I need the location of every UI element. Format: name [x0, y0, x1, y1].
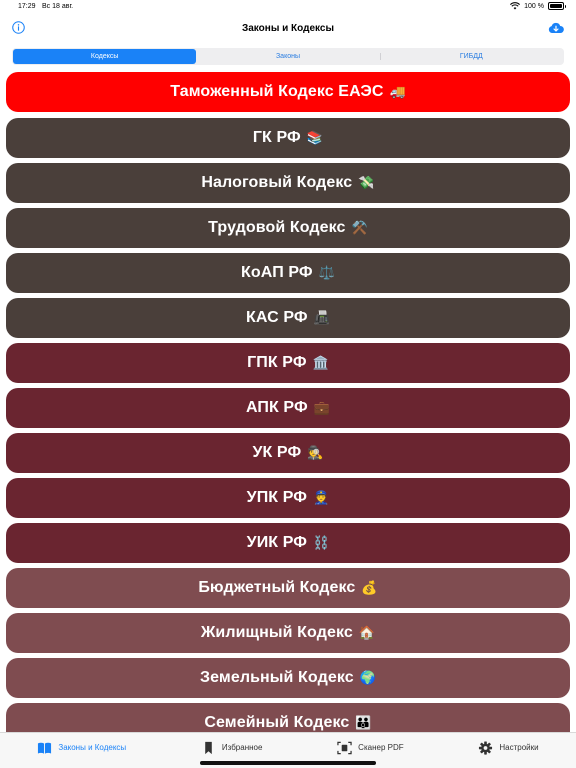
list-item-label: Земельный Кодекс [199, 669, 354, 686]
list-item-customs-code[interactable]: Таможенный Кодекс ЕАЭС 🚚 [6, 72, 570, 112]
list-item-uik[interactable]: УИК РФ ⛓️ [6, 523, 570, 563]
police-officer-icon: 👮 [313, 490, 330, 505]
list-item-label: Бюджетный Кодекс [198, 579, 356, 596]
list-item-labor-code[interactable]: Трудовой Кодекс ⚒️ [6, 208, 570, 248]
status-right: 100 % [510, 2, 566, 10]
tab-label: Настройки [499, 743, 539, 752]
money-bag-icon: 💰 [361, 580, 378, 595]
list-item-label: Трудовой Кодекс [208, 219, 346, 236]
list-item-budget-code[interactable]: Бюджетный Кодекс 💰 [6, 568, 570, 608]
fax-icon: 📠 [313, 310, 330, 325]
bookmark-icon [205, 741, 212, 754]
list-item-label: КоАП РФ [241, 264, 313, 281]
money-wings-icon: 💸 [358, 175, 375, 190]
status-bar: 17:29 Вс 18 авг. 100 % [0, 0, 576, 14]
cloud-download-icon[interactable] [548, 21, 564, 35]
segment-gibdd[interactable]: ГИБДД [379, 49, 563, 64]
nav-bar: Законы и Кодексы [0, 14, 576, 44]
list-item-label: УИК РФ [246, 534, 308, 551]
tab-label: Избранное [221, 743, 263, 752]
tab-settings[interactable]: Настройки [478, 740, 539, 755]
scales-icon: ⚖️ [318, 265, 335, 280]
tab-pdf-scanner[interactable]: Сканер PDF [337, 741, 404, 755]
status-date: Вс 18 авг. [42, 3, 74, 10]
battery-icon [548, 2, 566, 10]
wifi-icon [510, 2, 521, 10]
app-screen: 17:29 Вс 18 авг. 100 % Законы и Кодексы … [0, 0, 576, 768]
list-item-koap[interactable]: КоАП РФ ⚖️ [6, 253, 570, 293]
codes-list: Таможенный Кодекс ЕАЭС 🚚 ГК РФ 📚 Налоговый… [6, 72, 570, 732]
list-item-label: Жилищный Кодекс [200, 624, 353, 641]
status-time: 17:29 [18, 3, 36, 10]
segment-laws[interactable]: Законы [196, 49, 379, 64]
gear-icon [479, 740, 493, 755]
truck-icon: 🚚 [389, 84, 406, 99]
category-segmented-control: Кодексы Законы ГИБДД [12, 48, 564, 65]
list-item-family-code[interactable]: Семейный Кодекс 👪 [6, 703, 570, 732]
page-title: Законы и Кодексы [241, 23, 335, 34]
list-item-label: Налоговый Кодекс [201, 174, 353, 191]
list-item-label: Таможенный Кодекс ЕАЭС [170, 83, 384, 100]
list-item-housing-code[interactable]: Жилищный Кодекс 🏠 [6, 613, 570, 653]
list-item-label: УПК РФ [246, 489, 308, 506]
segment-codes[interactable]: Кодексы [13, 49, 197, 64]
list-item-label: ГПК РФ [247, 354, 307, 371]
book-icon [38, 742, 52, 754]
tab-label: Сканер PDF [358, 743, 404, 752]
list-item-label: Семейный Кодекс [204, 714, 350, 731]
courthouse-icon: 🏛️ [312, 355, 329, 370]
tab-favorites[interactable]: Избранное [201, 741, 263, 755]
list-item-tax-code[interactable]: Налоговый Кодекс 💸 [6, 163, 570, 203]
books-icon: 📚 [306, 130, 324, 145]
list-item-gpk[interactable]: ГПК РФ 🏛️ [6, 343, 570, 383]
list-item-label: КАС РФ [246, 309, 308, 326]
list-item-land-code[interactable]: Земельный Кодекс 🌍 [6, 658, 570, 698]
battery-percent: 100 % [524, 2, 544, 10]
hammer-pick-icon: ⚒️ [351, 220, 368, 235]
list-item-apk[interactable]: АПК РФ 💼 [6, 388, 570, 428]
globe-icon: 🌍 [359, 670, 377, 685]
list-item-uk[interactable]: УК РФ 🕵️ [6, 433, 570, 473]
detective-icon: 🕵️ [307, 445, 324, 460]
list-item-kas[interactable]: КАС РФ 📠 [6, 298, 570, 338]
list-item-label: АПК РФ [245, 399, 308, 416]
house-icon: 🏠 [358, 625, 376, 640]
list-item-upk[interactable]: УПК РФ 👮 [6, 478, 570, 518]
tab-laws-and-codes[interactable]: Законы и Кодексы [37, 741, 126, 755]
home-indicator [200, 761, 376, 765]
list-item-label: УК РФ [252, 444, 302, 461]
family-icon: 👪 [355, 715, 372, 730]
list-item-label: ГК РФ [252, 129, 301, 146]
chains-icon: ⛓️ [313, 535, 330, 550]
list-item-civil-code[interactable]: ГК РФ 📚 [6, 118, 570, 158]
briefcase-icon: 💼 [313, 400, 331, 415]
scanner-icon [337, 741, 352, 754]
tab-label: Законы и Кодексы [58, 743, 127, 752]
